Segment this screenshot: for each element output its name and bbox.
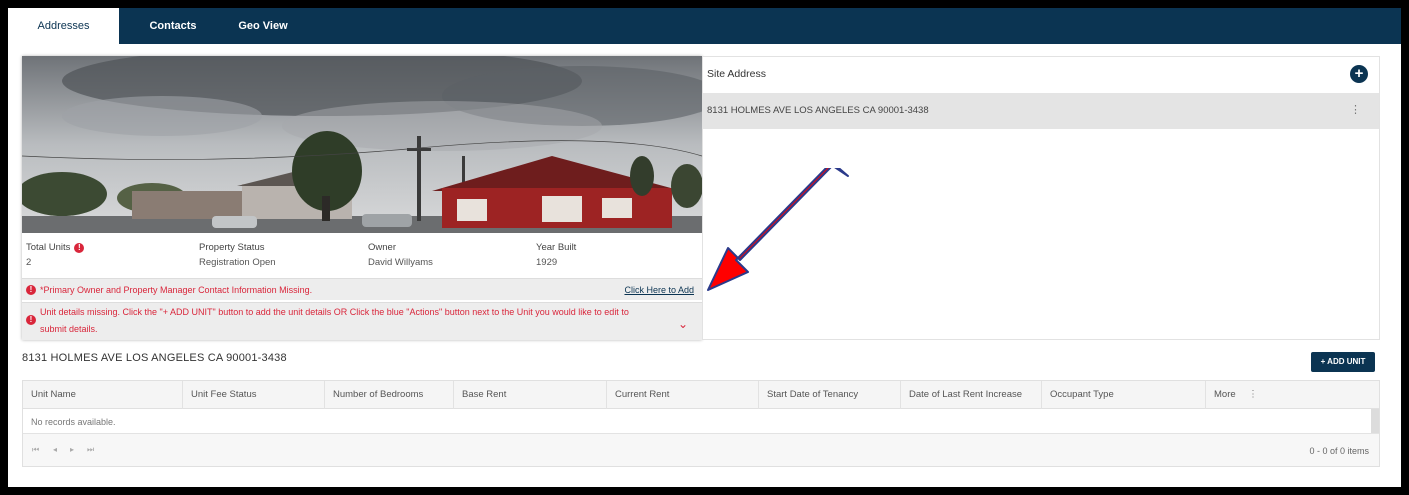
contact-missing-text: *Primary Owner and Property Manager Cont… — [40, 285, 313, 295]
year-built-label: Year Built — [536, 242, 577, 253]
unit-missing-alert: ! Unit details missing. Click the "+ ADD… — [22, 302, 702, 340]
alert-icon: ! — [26, 285, 36, 295]
unit-missing-text-line1: Unit details missing. Click the "+ ADD U… — [40, 307, 629, 317]
col-start-date-of-tenancy[interactable]: Start Date of Tenancy — [759, 381, 901, 409]
prev-page-icon[interactable]: ◂ — [53, 445, 57, 454]
col-current-rent[interactable]: Current Rent — [607, 381, 759, 409]
contact-missing-alert: ! *Primary Owner and Property Manager Co… — [22, 278, 702, 300]
property-photo — [22, 56, 702, 233]
site-address-row[interactable]: 8131 HOLMES AVE LOS ANGELES CA 90001-343… — [703, 93, 1379, 129]
units-address-heading: 8131 HOLMES AVE LOS ANGELES CA 90001-343… — [22, 352, 287, 364]
site-address-header: Site Address + — [703, 57, 1379, 93]
col-unit-name[interactable]: Unit Name — [23, 381, 183, 409]
col-occupant-type[interactable]: Occupant Type — [1042, 381, 1206, 409]
owner-field: Owner David Willyams — [368, 241, 433, 268]
tab-contacts[interactable]: Contacts — [128, 8, 218, 44]
units-grid-header: Unit Name Unit Fee Status Number of Bedr… — [23, 381, 1379, 409]
year-built-field: Year Built 1929 — [536, 241, 576, 268]
red-arrow-annotation — [707, 168, 849, 291]
grid-pager: ⏮ ◂ ▸ ⏭ 0 - 0 of 0 items — [23, 433, 1379, 466]
col-more[interactable]: More ⋮ — [1206, 381, 1379, 409]
owner-value: David Willyams — [368, 257, 433, 268]
property-status-field: Property Status Registration Open — [199, 241, 276, 268]
site-address-text: 8131 HOLMES AVE LOS ANGELES CA 90001-343… — [707, 105, 929, 116]
grid-scrollbar[interactable] — [1371, 409, 1379, 433]
more-vertical-icon[interactable]: ⋮ — [1248, 389, 1258, 400]
more-vertical-icon[interactable]: ⋮ — [1350, 103, 1361, 116]
total-units-field: Total Units! 2 — [26, 241, 85, 268]
first-page-icon[interactable]: ⏮ — [32, 445, 39, 455]
chevron-down-icon[interactable]: ⌄ — [678, 317, 688, 331]
col-number-of-bedrooms[interactable]: Number of Bedrooms — [325, 381, 454, 409]
click-here-to-add-link[interactable]: Click Here to Add — [624, 285, 694, 295]
property-status-value: Registration Open — [199, 257, 276, 268]
tab-bar: Addresses Contacts Geo View — [8, 8, 1401, 44]
next-page-icon[interactable]: ▸ — [70, 445, 74, 454]
no-records-text: No records available. — [31, 417, 116, 427]
tab-addresses[interactable]: Addresses — [8, 8, 119, 44]
tab-geo-view[interactable]: Geo View — [218, 8, 308, 44]
col-unit-fee-status[interactable]: Unit Fee Status — [183, 381, 325, 409]
error-icon: ! — [74, 242, 85, 253]
property-card: Total Units! 2 Property Status Registrat… — [22, 56, 702, 340]
col-date-last-rent-increase[interactable]: Date of Last Rent Increase — [901, 381, 1042, 409]
col-more-label: More — [1214, 389, 1236, 400]
col-base-rent[interactable]: Base Rent — [454, 381, 607, 409]
units-grid: Unit Name Unit Fee Status Number of Bedr… — [22, 380, 1380, 467]
app-frame: Addresses Contacts Geo View Total Units … — [8, 8, 1401, 487]
add-site-address-button[interactable]: + — [1350, 65, 1368, 83]
add-unit-button[interactable]: + ADD UNIT — [1311, 352, 1375, 372]
property-info-row: Total Units! 2 Property Status Registrat… — [22, 233, 702, 276]
alert-icon: ! — [26, 315, 36, 325]
total-units-label: Total Units — [26, 242, 71, 253]
total-units-value: 2 — [26, 257, 32, 268]
unit-missing-text-line2: submit details. — [40, 324, 98, 334]
pager-info: 0 - 0 of 0 items — [1309, 446, 1369, 456]
year-built-value: 1929 — [536, 257, 558, 268]
property-status-label: Property Status — [199, 242, 265, 253]
owner-label: Owner — [368, 242, 396, 253]
site-address-title: Site Address — [707, 68, 766, 80]
last-page-icon[interactable]: ⏭ — [87, 445, 94, 455]
